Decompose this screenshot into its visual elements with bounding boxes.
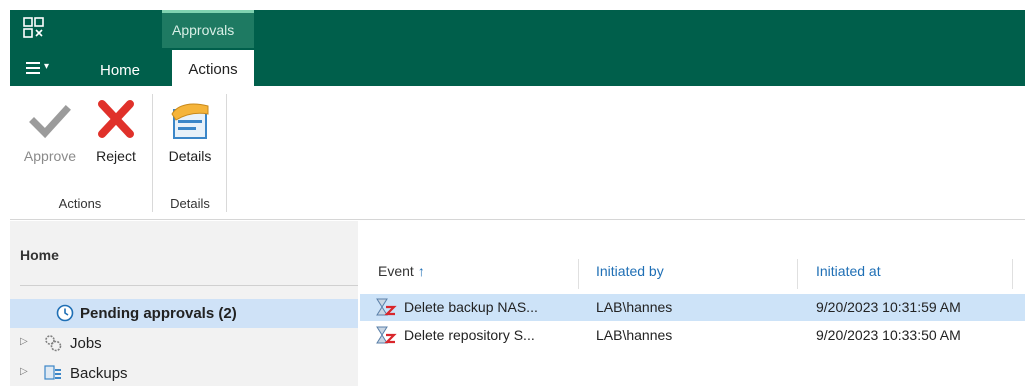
context-tab-approvals: Approvals [162,10,254,48]
ribbon-group-details: Details Details [154,86,226,220]
column-header-initiated-by[interactable]: Initiated by [596,263,664,287]
expand-arrow-icon[interactable]: ▷ [20,366,28,377]
tab-actions[interactable]: Actions [172,50,254,86]
gears-icon [44,334,62,352]
ribbon-group-actions: Approve Reject Actions [10,86,150,220]
approvals-grid: Event ↑ Initiated by Initiated at Delete … [360,221,1025,386]
nav-item-jobs[interactable]: ▷ Jobs [10,329,358,358]
nav-item-pending-approvals[interactable]: Pending approvals (2) [10,299,358,328]
table-row[interactable]: Delete repository S... LAB\hannes 9/20/2… [360,322,1025,349]
sort-ascending-icon: ↑ [417,263,425,279]
reject-label: Reject [96,148,136,164]
cell-initiated-at: 9/20/2023 10:31:59 AM [816,299,961,315]
reject-button[interactable]: Reject [90,100,142,170]
ribbon: Approve Reject Actions Details Details [10,86,1025,220]
column-divider[interactable] [1012,259,1013,289]
backups-icon [44,364,62,382]
chevron-down-icon: ▾ [44,61,50,72]
column-divider[interactable] [578,259,579,289]
tab-home[interactable]: Home [90,58,150,86]
nav-item-backups[interactable]: ▷ Backups [10,359,358,386]
hourglass-z-icon [376,326,398,344]
cell-initiated-by: LAB\hannes [596,299,673,315]
group-label-details: Details [170,196,210,211]
hamburger-menu-icon [26,62,40,64]
nav-item-label: Jobs [70,335,102,352]
expand-arrow-icon[interactable]: ▷ [20,336,28,347]
details-button[interactable]: Details [160,100,220,170]
cell-initiated-at: 9/20/2023 10:33:50 AM [816,327,961,343]
nav-item-label: Pending approvals (2) [80,305,237,322]
details-label: Details [168,148,212,164]
red-x-icon [94,100,138,140]
ribbon-divider [226,94,227,212]
approve-label: Approve [23,148,77,164]
clock-icon [56,304,74,322]
cell-event: Delete repository S... [404,327,535,343]
column-divider[interactable] [797,259,798,289]
column-header-label: Event [378,263,414,279]
column-header-initiated-at[interactable]: Initiated at [816,263,881,287]
group-label-actions: Actions [58,196,102,211]
ribbon-divider [152,94,153,212]
table-row[interactable]: Delete backup NAS... LAB\hannes 9/20/202… [360,294,1025,321]
cell-event: Delete backup NAS... [404,299,538,315]
approve-button[interactable]: Approve [16,100,84,170]
column-header-event[interactable]: Event ↑ [378,263,425,287]
veeam-logo-icon[interactable] [22,16,46,40]
main-menu-button[interactable]: ▾ [26,58,58,82]
details-hand-icon [168,100,212,140]
navigation-pane: Home Pending approvals (2) ▷ Jobs ▷ Back… [10,221,358,386]
cell-initiated-by: LAB\hannes [596,327,673,343]
hourglass-z-icon [376,298,398,316]
checkmark-icon [28,100,72,140]
nav-divider [20,285,358,286]
title-bar: Approvals ▾ Home Actions [10,10,1025,86]
nav-title: Home [20,247,59,263]
nav-item-label: Backups [70,365,128,382]
